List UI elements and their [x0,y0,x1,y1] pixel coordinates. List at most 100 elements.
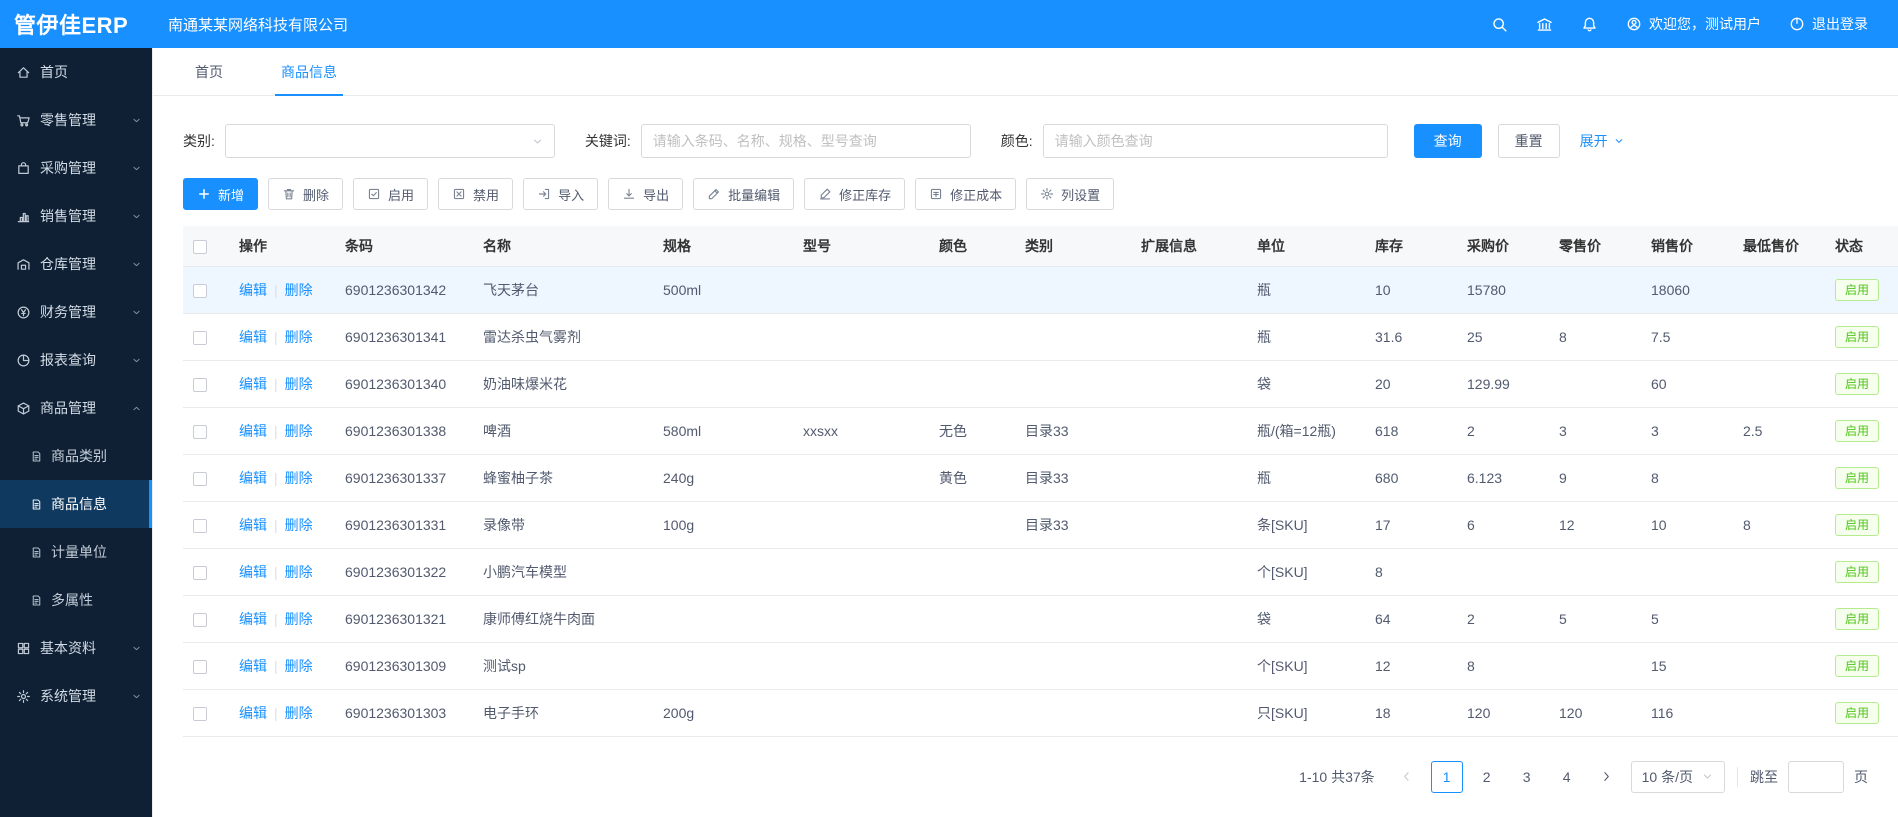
delete-link[interactable]: 删除 [285,423,313,439]
next-page-button[interactable] [1593,761,1621,793]
select-all-checkbox[interactable] [193,240,207,254]
bank-icon[interactable] [1536,16,1553,33]
button-label: 修正库存 [839,185,891,204]
chevron-down-icon [131,307,142,318]
sidebar-item-goods[interactable]: 商品管理 [0,384,152,432]
row-checkbox[interactable] [193,660,207,674]
edit-link[interactable]: 编辑 [239,423,267,439]
edit-link[interactable]: 编辑 [239,329,267,345]
sidebar-item-goods-info[interactable]: 商品信息 [0,480,152,528]
delete-link[interactable]: 删除 [285,611,313,627]
doc-icon [30,450,43,463]
column-settings-button[interactable]: 列设置 [1026,178,1114,210]
row-checkbox[interactable] [193,378,207,392]
operation-divider: | [274,564,278,580]
cell-unit: 瓶/(箱=12瓶) [1247,407,1365,454]
fix-stock-button[interactable]: 修正库存 [804,178,905,210]
export-button[interactable]: 导出 [608,178,683,210]
chevron-down-icon [1613,135,1625,147]
cell-spec: 100g [653,501,793,548]
edit-link[interactable]: 编辑 [239,705,267,721]
logout-button[interactable]: 退出登录 [1789,14,1868,34]
button-label: 启用 [388,185,414,204]
delete-link[interactable]: 删除 [285,564,313,580]
page-button-1[interactable]: 1 [1431,761,1463,793]
status-badge: 启用 [1835,561,1879,583]
cell-name: 康师傅红烧牛肉面 [473,595,653,642]
sidebar-item-warehouse[interactable]: 仓库管理 [0,240,152,288]
reset-button[interactable]: 重置 [1498,124,1560,158]
enable-button[interactable]: 启用 [353,178,428,210]
delete-link[interactable]: 删除 [285,470,313,486]
page-button-3[interactable]: 3 [1511,761,1543,793]
row-checkbox[interactable] [193,472,207,486]
edit-link[interactable]: 编辑 [239,517,267,533]
fix-cost-button[interactable]: 修正成本 [915,178,1016,210]
row-checkbox[interactable] [193,519,207,533]
sidebar-item-base-data[interactable]: 基本资料 [0,624,152,672]
page-button-4[interactable]: 4 [1551,761,1583,793]
table-row: 编辑|删除6901236301342飞天茅台500ml瓶101578018060… [183,266,1898,313]
page-button-2[interactable]: 2 [1471,761,1503,793]
sidebar-item-finance[interactable]: 财务管理 [0,288,152,336]
sidebar-item-system[interactable]: 系统管理 [0,672,152,720]
delete-link[interactable]: 删除 [285,329,313,345]
row-checkbox[interactable] [193,425,207,439]
disable-button[interactable]: 禁用 [438,178,513,210]
delete-button[interactable]: 删除 [268,178,343,210]
row-checkbox[interactable] [193,613,207,627]
chevron-down-icon [131,259,142,270]
delete-link[interactable]: 删除 [285,376,313,392]
edit-link[interactable]: 编辑 [239,470,267,486]
sidebar-item-report[interactable]: 报表查询 [0,336,152,384]
row-checkbox[interactable] [193,707,207,721]
sidebar-item-home[interactable]: 首页 [0,48,152,96]
delete-link[interactable]: 删除 [285,658,313,674]
search-button[interactable]: 查询 [1414,124,1482,158]
edit-link[interactable]: 编辑 [239,611,267,627]
category-select[interactable] [225,124,555,158]
row-checkbox[interactable] [193,566,207,580]
edit-link[interactable]: 编辑 [239,658,267,674]
cell-stock: 680 [1365,454,1457,501]
sidebar-item-purchase[interactable]: 采购管理 [0,144,152,192]
cell-model: xxsxx [793,407,929,454]
page-size-select[interactable]: 10 条/页 [1631,761,1725,793]
sidebar-item-measure-unit[interactable]: 计量单位 [0,528,152,576]
color-input[interactable] [1043,124,1388,158]
import-icon [537,187,551,201]
delete-link[interactable]: 删除 [285,517,313,533]
toolbar: 新增删除 启用 禁用导入导出批量编辑 修正库存 修正成本列设置 [153,158,1898,210]
batch-edit-button[interactable]: 批量编辑 [693,178,794,210]
sidebar-item-goods-category[interactable]: 商品类别 [0,432,152,480]
cell-color [929,360,1015,407]
status-badge: 启用 [1835,373,1879,395]
row-checkbox[interactable] [193,284,207,298]
edit-link[interactable]: 编辑 [239,564,267,580]
keyword-input[interactable] [641,124,971,158]
bell-icon[interactable] [1581,16,1598,33]
expand-link[interactable]: 展开 [1580,131,1625,151]
sidebar-item-multi-attribute[interactable]: 多属性 [0,576,152,624]
edit-link[interactable]: 编辑 [239,282,267,298]
import-button[interactable]: 导入 [523,178,598,210]
jump-page-input[interactable] [1788,761,1844,793]
search-icon[interactable] [1491,16,1508,33]
cell-ext [1131,266,1247,313]
pagination-total: 1-10 共37条 [1299,767,1374,787]
tab-goods-info[interactable]: 商品信息 [275,48,343,95]
delete-link[interactable]: 删除 [285,705,313,721]
delete-link[interactable]: 删除 [285,282,313,298]
tab-home[interactable]: 首页 [189,48,229,95]
row-checkbox[interactable] [193,331,207,345]
operation-cell: 编辑|删除 [229,454,335,501]
sidebar-item-retail[interactable]: 零售管理 [0,96,152,144]
add-button[interactable]: 新增 [183,178,258,210]
edit-link[interactable]: 编辑 [239,376,267,392]
tab-label: 首页 [195,62,223,82]
category-label: 类别: [183,131,215,151]
welcome-user[interactable]: 欢迎您，测试用户 [1626,14,1761,34]
sidebar-item-sales[interactable]: 销售管理 [0,192,152,240]
prev-page-button[interactable] [1393,761,1421,793]
operation-divider: | [274,705,278,721]
